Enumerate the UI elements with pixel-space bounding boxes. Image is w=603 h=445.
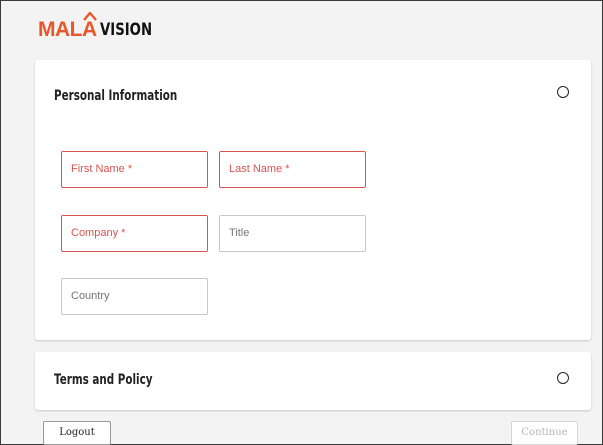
section-title-personal[interactable]: Personal Information [54,88,177,104]
circle-outline-icon [557,86,569,98]
app-window: MAL A VISION Personal Information First N… [0,0,603,445]
title-field[interactable]: Title [219,215,366,252]
logout-button[interactable]: Logout [43,421,111,445]
last-name-field[interactable]: Last Name * [219,151,366,188]
logo-roof-icon [83,11,97,21]
personal-information-section: Personal Information First Name * Last N… [35,60,591,340]
terms-and-policy-section: Terms and Policy [35,352,591,410]
circle-outline-icon [557,372,569,384]
logo-vision-text: VISION [99,20,152,40]
continue-button[interactable]: Continue [511,421,578,445]
section-title-terms[interactable]: Terms and Policy [54,372,153,388]
logo-mala-text: MAL A [38,11,97,41]
company-field[interactable]: Company * [61,215,208,252]
brand-logo: MAL A VISION [38,11,166,41]
first-name-field[interactable]: First Name * [61,151,208,188]
country-field[interactable]: Country [61,278,208,315]
